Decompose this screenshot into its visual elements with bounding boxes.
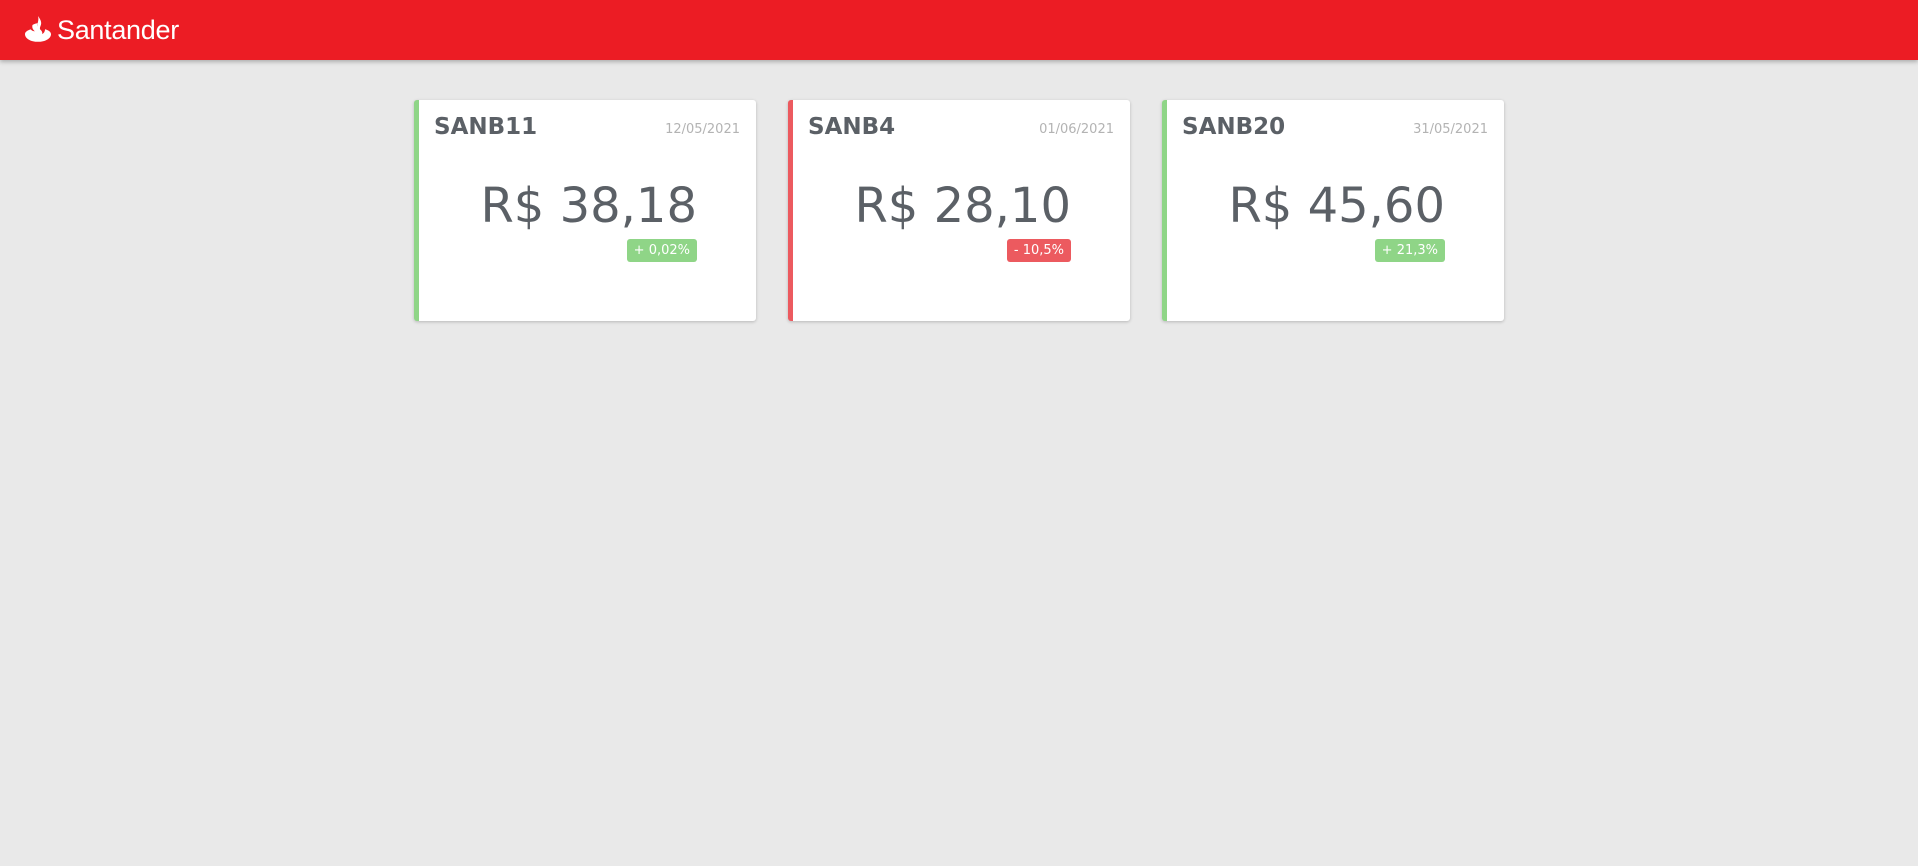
stock-date: 31/05/2021 (1413, 122, 1488, 137)
stock-date: 12/05/2021 (665, 122, 740, 137)
stock-date: 01/06/2021 (1039, 122, 1114, 137)
price-block: R$ 38,18 + 0,02% (480, 178, 697, 262)
change-badge: - 10,5% (1006, 239, 1071, 262)
price-block: R$ 28,10 - 10,5% (854, 178, 1071, 262)
stock-price: R$ 38,18 (480, 178, 697, 234)
stock-card[interactable]: SANB20 31/05/2021 R$ 45,60 + 21,3% (1162, 100, 1504, 321)
stock-ticker: SANB4 (808, 114, 896, 140)
stock-ticker: SANB11 (434, 114, 538, 140)
santander-logo-link[interactable]: Santander (23, 14, 179, 46)
stock-ticker: SANB20 (1182, 114, 1286, 140)
stock-card[interactable]: SANB4 01/06/2021 R$ 28,10 - 10,5% (788, 100, 1130, 321)
price-block: R$ 45,60 + 21,3% (1228, 178, 1445, 262)
stock-price: R$ 45,60 (1228, 178, 1445, 234)
stock-card[interactable]: SANB11 12/05/2021 R$ 38,18 + 0,02% (414, 100, 756, 321)
change-badge: + 21,3% (1374, 239, 1445, 262)
santander-flame-icon (23, 15, 53, 45)
stock-price: R$ 28,10 (854, 178, 1071, 234)
top-bar: Santander (0, 0, 1918, 60)
change-badge: + 0,02% (626, 239, 697, 262)
stock-cards: SANB11 12/05/2021 R$ 38,18 + 0,02% SANB4… (414, 100, 1504, 321)
brand-name: Santander (57, 15, 179, 45)
